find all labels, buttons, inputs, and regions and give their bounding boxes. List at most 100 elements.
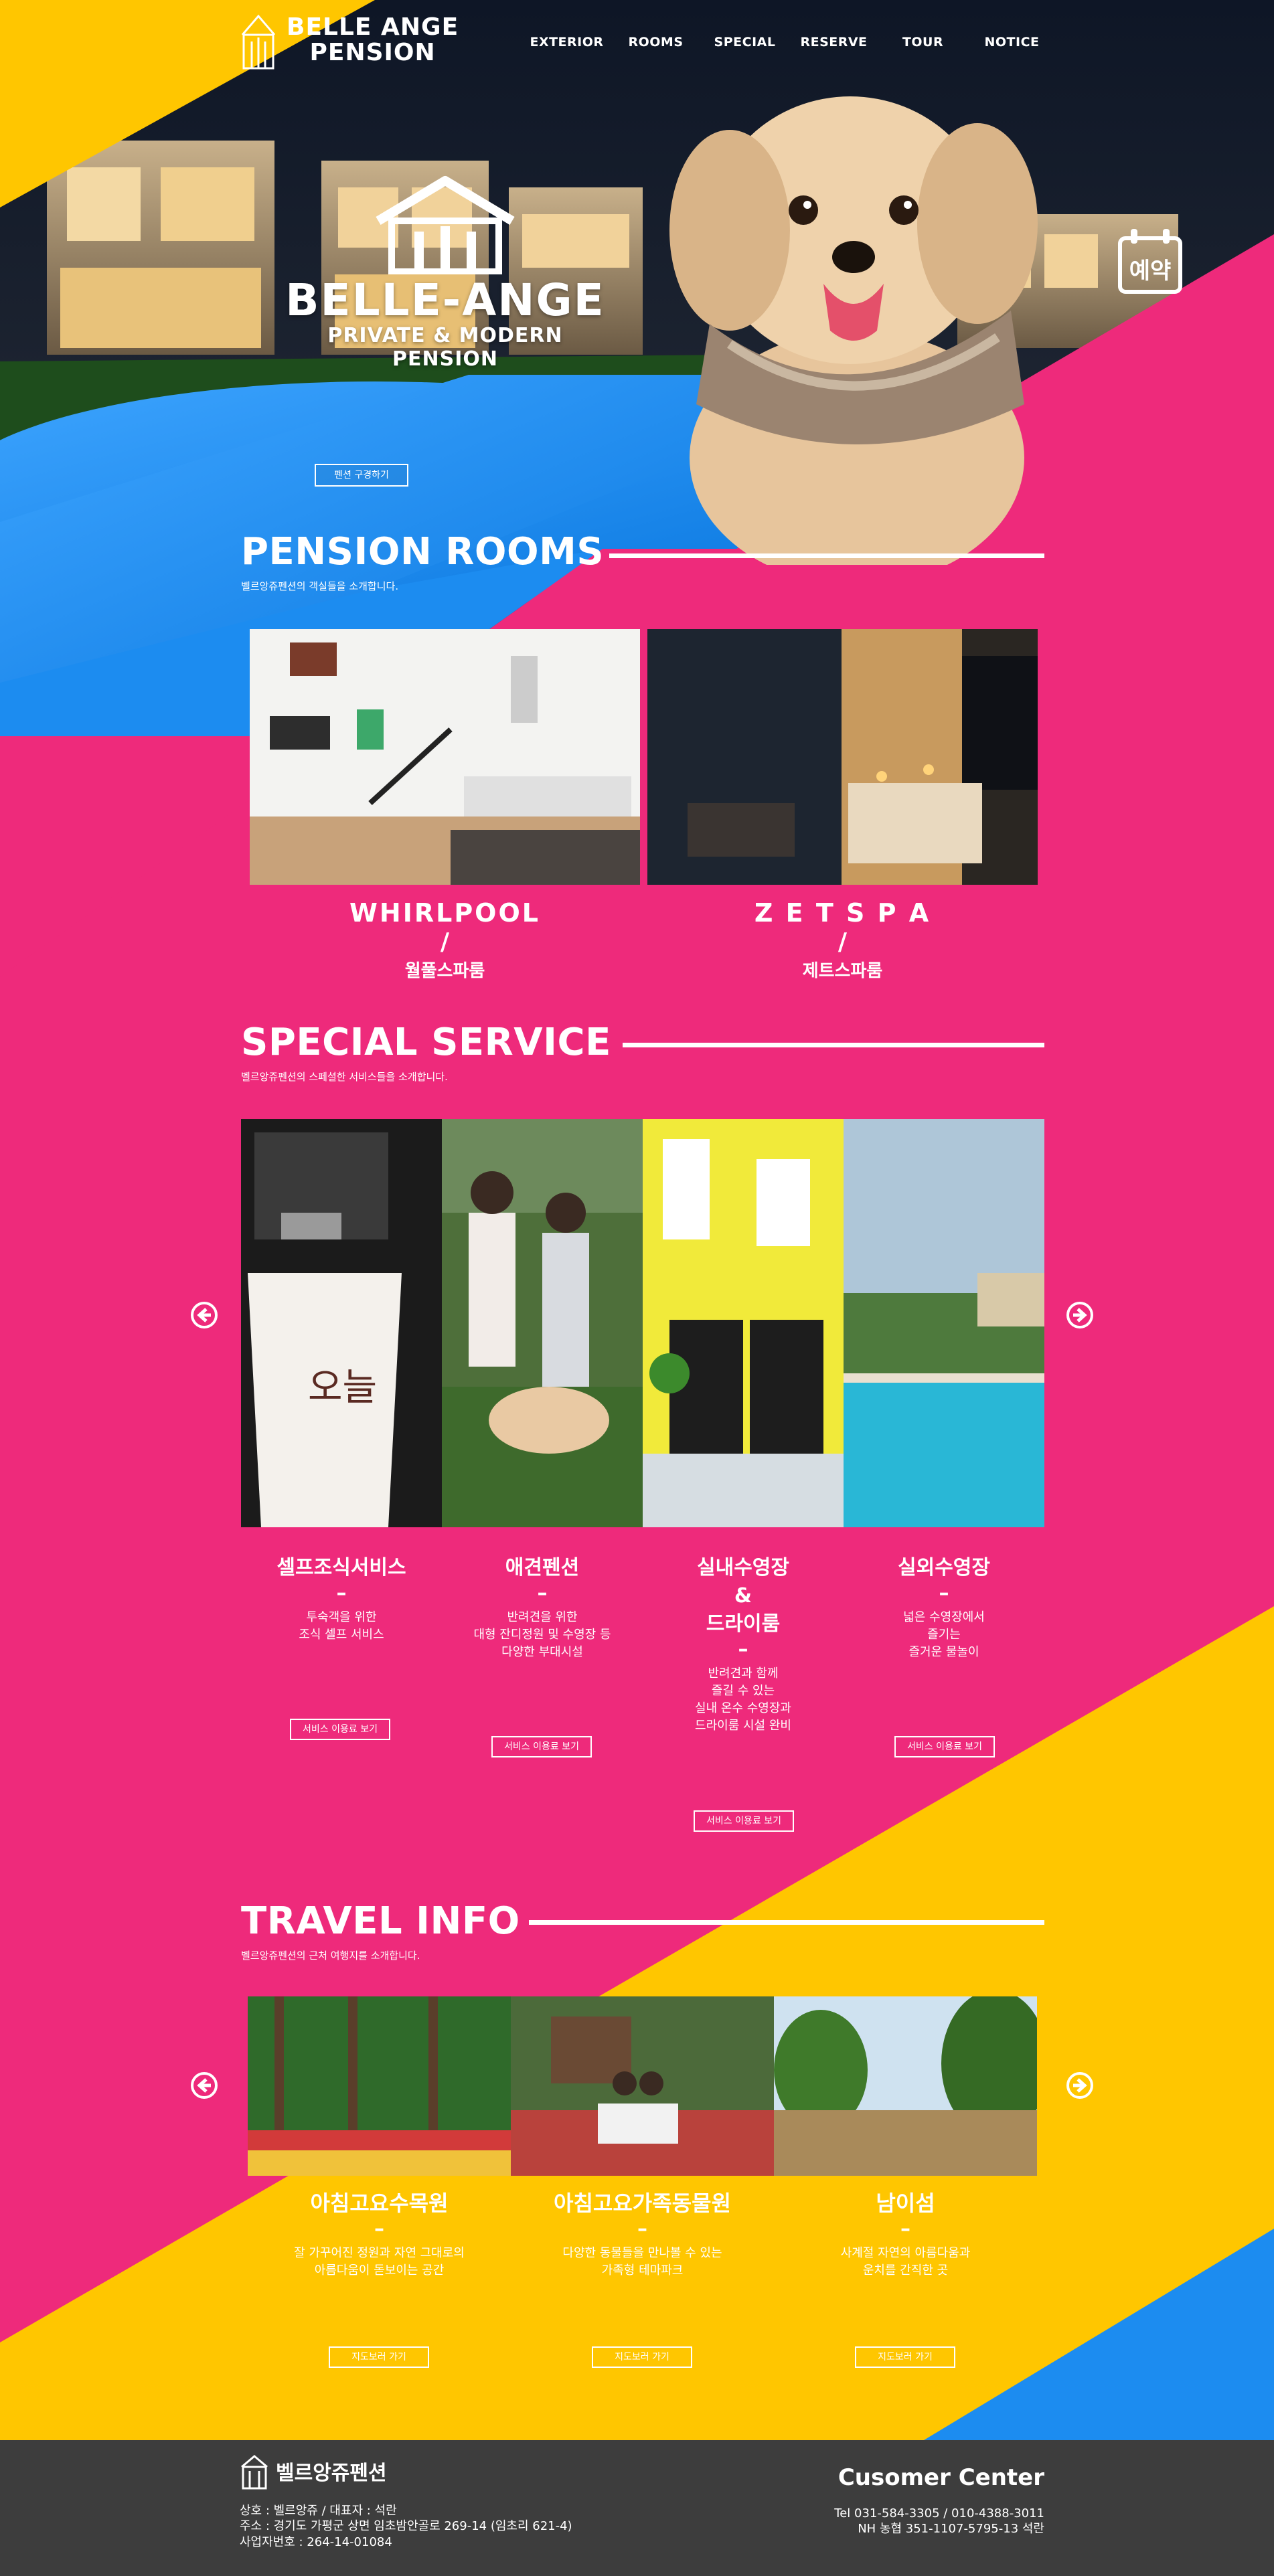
travel-image-family-zoo[interactable] [511, 1996, 774, 2176]
travel-item-dash: – [900, 2217, 910, 2241]
travel-item-title: 아침고요수목원 [310, 2191, 449, 2216]
footer-info-line: 상호 : 벨르앙쥬 / 대표자 : 석란 [240, 2504, 397, 2518]
site-logo[interactable]: BELLE ANGE PENSION [240, 8, 459, 72]
special-next-arrow-icon[interactable] [1066, 1301, 1094, 1329]
service-fee-button-breakfast[interactable]: 서비스 이용료 보기 [290, 1719, 390, 1740]
special-item-title: 실외수영장 [898, 1556, 990, 1579]
reserve-label: 예약 [1129, 258, 1172, 284]
travel-title: TRAVEL INFO [241, 1899, 520, 1943]
footer-logo-building-icon [241, 2455, 268, 2490]
map-button-family-zoo[interactable]: 지도보러 가기 [592, 2346, 692, 2368]
travel-item-title: 남이섬 [876, 2191, 935, 2216]
hero-house-icon [376, 176, 515, 274]
special-image-breakfast[interactable]: 오늘 [241, 1119, 442, 1527]
special-image-dog-pension[interactable] [442, 1119, 643, 1527]
special-item-dash: – [939, 1581, 949, 1605]
nav-item-rooms[interactable]: ROOMS [611, 35, 700, 50]
nami-island-photo [774, 1996, 1037, 2176]
travel-section-heading: TRAVEL INFO 벨르앙쥬펜션의 근처 여행지를 소개합니다. [241, 1903, 1044, 1962]
contact-line: NH 농협 351-1107-5795-13 석란 [858, 2522, 1044, 2537]
special-item-line: 반려견과 함께 [708, 1666, 779, 1681]
special-description: 벨르앙쥬펜션의 스페셜한 서비스들을 소개합니다. [241, 1071, 448, 1083]
travel-item-title: 아침고요가족동물원 [554, 2191, 731, 2216]
dry-room-photo [643, 1119, 844, 1527]
special-caption-indoor-pool: 실내수영장 & 드라이룸 – 반려견과 함께 즐길 수 있는 실내 온수 수영장… [643, 1554, 844, 1735]
room-caption-zetspa: Z E T S P A / 제트스파룸 [647, 898, 1038, 982]
logo-line-2: PENSION [309, 39, 436, 66]
special-image-outdoor-pool[interactable] [844, 1119, 1044, 1527]
main-nav: EXTERIOR ROOMS SPECIAL RESERVE TOUR NOTI… [522, 35, 1056, 50]
footer-info-line: 사업자번호 : 264-14-01084 [240, 2535, 392, 2549]
nav-item-exterior[interactable]: EXTERIOR [522, 35, 611, 50]
nav-item-notice[interactable]: NOTICE [967, 35, 1056, 50]
room-name-separator: / [440, 928, 450, 956]
rooms-title-line [609, 553, 1044, 558]
room-image-zetspa[interactable] [647, 629, 1038, 885]
travel-item-line: 아름다움이 돋보이는 공간 [314, 2263, 445, 2278]
travel-item-line: 운치를 간직한 곳 [862, 2263, 949, 2278]
customer-center-title: Cusomer Center [838, 2464, 1044, 2491]
travel-next-arrow-icon[interactable] [1066, 2071, 1094, 2099]
room-name-ko: 월풀스파룸 [404, 961, 485, 981]
special-item-line: 실내 온수 수영장과 [695, 1701, 791, 1716]
travel-image-nami-island[interactable] [774, 1996, 1037, 2176]
footer-logo[interactable]: 벨르앙쥬펜션 [240, 2452, 387, 2490]
room-name-en: WHIRLPOOL [349, 898, 540, 928]
travel-image-arboretum[interactable] [248, 1996, 511, 2176]
travel-item-line: 다양한 동물들을 만나볼 수 있는 [562, 2245, 722, 2260]
map-button-arboretum[interactable]: 지도보러 가기 [329, 2346, 429, 2368]
service-fee-button-outdoor-pool[interactable]: 서비스 이용료 보기 [894, 1736, 995, 1757]
rooms-description: 벨르앙쥬펜션의 객실들을 소개합니다. [241, 580, 399, 592]
special-title-line [623, 1043, 1044, 1047]
zetspa-room-photo [647, 629, 1038, 885]
special-caption-dog-pension: 애견펜션 – 반려견을 위한 대형 잔디정원 및 수영장 등 다양한 부대시설 [442, 1554, 643, 1661]
service-fee-button-indoor-pool[interactable]: 서비스 이용료 보기 [694, 1810, 794, 1832]
travel-description: 벨르앙쥬펜션의 근처 여행지를 소개합니다. [241, 1950, 420, 1962]
special-item-line: 반려견을 위한 [507, 1610, 578, 1624]
whirlpool-room-photo [250, 629, 640, 885]
arboretum-photo [248, 1996, 511, 2176]
special-caption-outdoor-pool: 실외수영장 – 넓은 수영장에서 즐기는 즐거운 물놀이 [844, 1554, 1044, 1661]
kids-and-dog-photo [442, 1119, 643, 1527]
family-zoo-photo [511, 1996, 774, 2176]
travel-prev-arrow-icon[interactable] [190, 2071, 218, 2099]
hero-subtitle: PRIVATE & MODERN PENSION [327, 324, 563, 371]
room-name-ko: 제트스파룸 [802, 961, 883, 981]
travel-item-dash: – [637, 2217, 647, 2241]
customer-center-contact: Tel 031-584-3305 / 010-4388-3011 NH 농협 3… [834, 2506, 1044, 2537]
travel-title-line [529, 1920, 1044, 1925]
hero-brand: BELLE-ANGE PRIVATE & MODERN PENSION [278, 174, 613, 371]
special-item-line: 투숙객을 위한 [306, 1610, 377, 1624]
special-title: SPECIAL SERVICE [241, 1021, 611, 1064]
nav-item-special[interactable]: SPECIAL [700, 35, 789, 50]
reserve-calendar-button[interactable]: 예약 [1116, 226, 1184, 296]
special-item-line: 조식 셀프 서비스 [299, 1628, 384, 1642]
special-item-line: 즐기는 [927, 1628, 961, 1642]
nav-item-tour[interactable]: TOUR [878, 35, 967, 50]
special-item-line: 넓은 수영장에서 [903, 1610, 985, 1624]
room-image-whirlpool[interactable] [250, 629, 640, 885]
room-name-en: Z E T S P A [754, 898, 931, 928]
nav-item-reserve[interactable]: RESERVE [789, 35, 878, 50]
travel-caption-arboretum: 아침고요수목원 – 잘 가꾸어진 정원과 자연 그대로의 아름다움이 돋보이는 … [248, 2190, 511, 2280]
travel-item-line: 잘 가꾸어진 정원과 자연 그대로의 [294, 2245, 465, 2260]
pension-tour-button[interactable]: 펜션 구경하기 [315, 464, 408, 487]
service-fee-button-dog-pension[interactable]: 서비스 이용료 보기 [491, 1736, 592, 1757]
special-image-indoor-pool[interactable] [643, 1119, 844, 1527]
travel-item-line: 사계절 자연의 아름다움과 [840, 2245, 971, 2260]
outdoor-pool-photo [844, 1119, 1044, 1527]
logo-building-icon [241, 14, 276, 70]
puppy-illustration [669, 96, 1038, 565]
special-item-title: 셀프조식서비스 [276, 1556, 406, 1579]
special-item-dash: – [336, 1581, 347, 1605]
svg-text:오늘: 오늘 [308, 1366, 377, 1409]
rooms-section-heading: PENSION ROOMS 벨르앙쥬펜션의 객실들을 소개합니다. [241, 533, 1044, 593]
site-footer: 벨르앙쥬펜션 상호 : 벨르앙쥬 / 대표자 : 석란 주소 : 경기도 가평군… [0, 2440, 1274, 2576]
room-name-separator: / [838, 928, 848, 956]
contact-line: Tel 031-584-3305 / 010-4388-3011 [834, 2506, 1044, 2520]
special-caption-breakfast: 셀프조식서비스 – 투숙객을 위한 조식 셀프 서비스 [241, 1554, 442, 1644]
special-prev-arrow-icon[interactable] [190, 1301, 218, 1329]
map-button-nami-island[interactable]: 지도보러 가기 [855, 2346, 955, 2368]
special-item-title-ampersand: & [734, 1584, 752, 1608]
special-item-dash: – [738, 1638, 748, 1661]
